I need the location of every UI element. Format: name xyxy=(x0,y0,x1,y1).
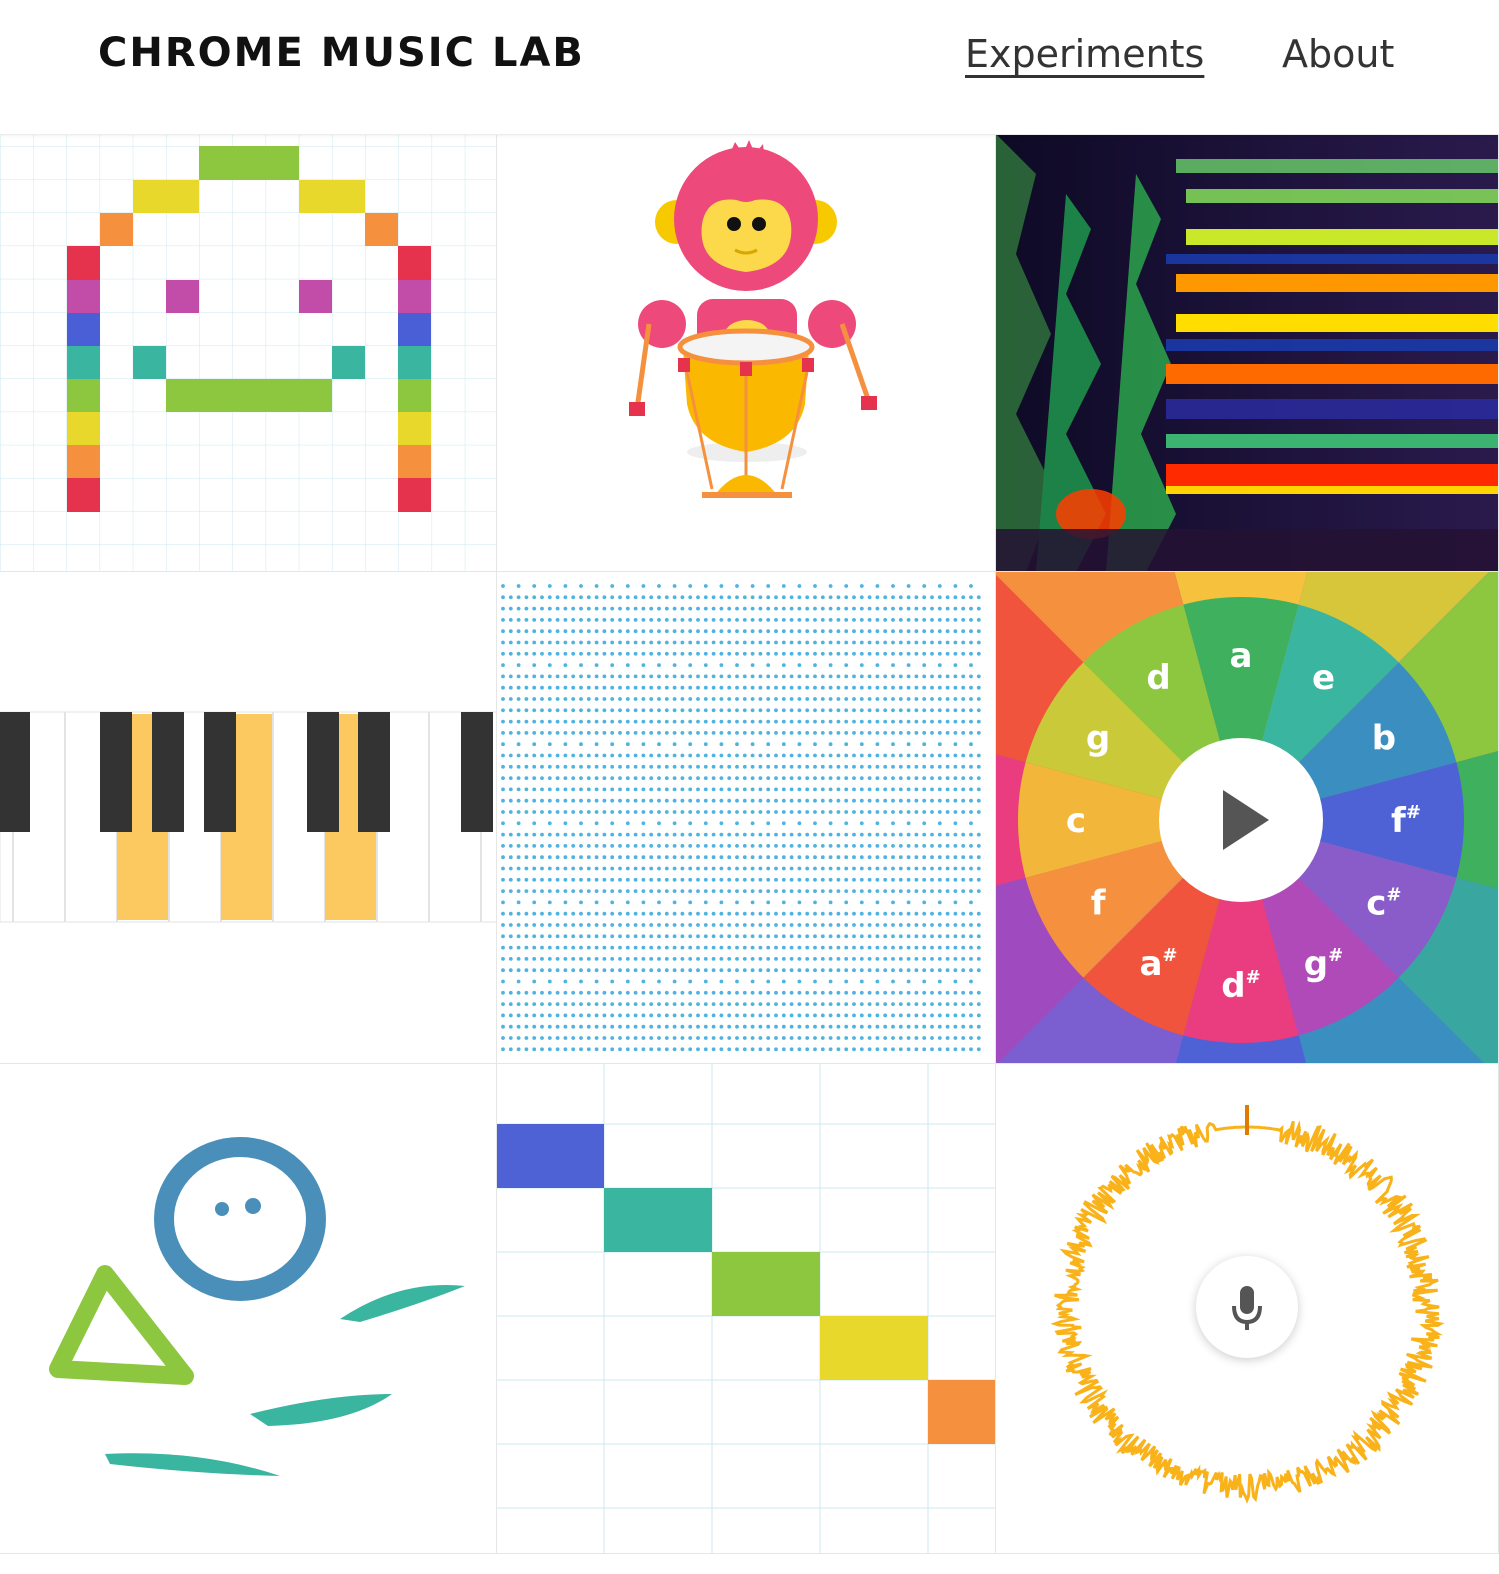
experiments-grid: a e b f# c# g# d# a# f c g d xyxy=(0,134,1499,1574)
chord-note-label: a xyxy=(1230,636,1253,676)
nav-experiments-link[interactable]: Experiments xyxy=(965,32,1204,76)
chord-note-label: f xyxy=(1091,884,1107,924)
dot-grid-illustration xyxy=(497,572,995,1063)
chord-note-label: b xyxy=(1372,719,1396,759)
chord-wheel[interactable]: aebf#c#g#d#a#fcgd xyxy=(996,572,1499,1064)
microphone-icon xyxy=(1232,1286,1262,1330)
top-header: CHROME MUSIC LAB Experiments About xyxy=(0,0,1499,135)
microphone-button[interactable] xyxy=(1196,1256,1298,1358)
monkey-drummer-illustration xyxy=(497,134,995,571)
experiment-tile-kandinsky[interactable] xyxy=(0,1064,497,1554)
brand-logo[interactable]: CHROME MUSIC LAB xyxy=(98,30,585,76)
experiment-tile-sound-waves[interactable] xyxy=(497,572,996,1064)
experiment-tile-spectrogram[interactable] xyxy=(996,134,1499,572)
experiment-tile-rhythm[interactable] xyxy=(497,134,996,572)
chord-note-label: d xyxy=(1146,658,1170,698)
spectrogram-illustration xyxy=(996,134,1498,571)
piano-keyboard-illustration xyxy=(0,572,496,1063)
pixel-face-illustration xyxy=(0,134,496,571)
chord-note-label: c xyxy=(1066,801,1086,841)
experiment-tile-shared-piano[interactable] xyxy=(0,572,497,1064)
experiment-tile-song-maker[interactable] xyxy=(0,134,497,572)
melody-grid-illustration xyxy=(497,1064,995,1553)
experiment-tile-melody-maker[interactable] xyxy=(497,1064,996,1554)
chord-note-label: g xyxy=(1086,719,1110,759)
experiment-tile-chords-wheel[interactable]: a e b f# c# g# d# a# f c g d xyxy=(996,572,1499,1064)
kandinsky-drawing-illustration xyxy=(0,1064,496,1553)
chord-note-label: e xyxy=(1312,658,1335,698)
nav-about-link[interactable]: About xyxy=(1282,32,1394,76)
experiment-tile-voice-spinner[interactable] xyxy=(996,1064,1499,1554)
